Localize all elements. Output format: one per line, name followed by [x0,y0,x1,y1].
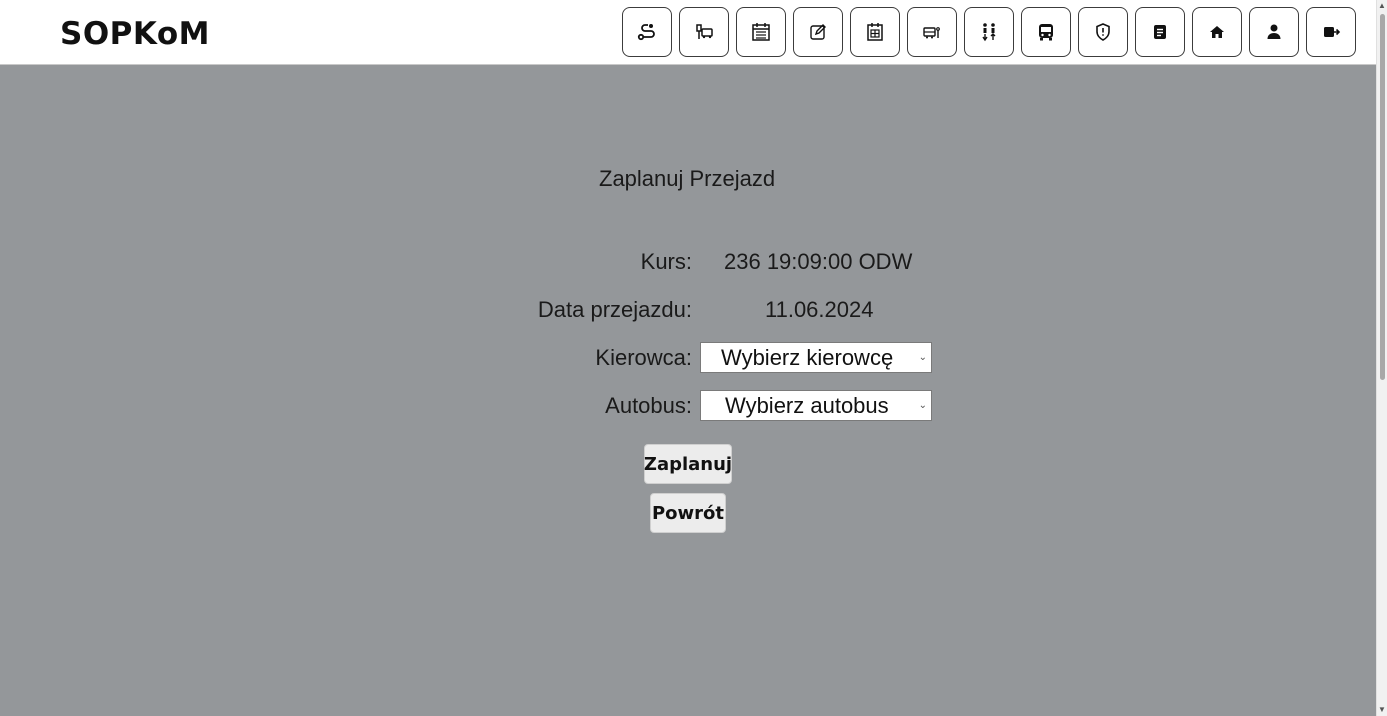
plan-button[interactable]: Zaplanuj [644,444,732,484]
driver-label: Kierowca: [595,345,692,370]
nav-timetable-button[interactable] [736,7,786,57]
schedule-icon [867,23,883,41]
vertical-scrollbar[interactable]: ▲ ▼ [1376,0,1387,716]
nav-bus-button[interactable] [1021,7,1071,57]
page-title-text: Zaplanuj Przejazd [599,166,776,191]
bus-stop-icon [696,24,713,39]
edit-icon [810,24,826,40]
nav-document-button[interactable] [1135,7,1185,57]
nav-logout-button[interactable] [1306,7,1356,57]
nav-route-button[interactable] [622,7,672,57]
bus-select[interactable]: Wybierz autobus ⌄ [700,390,932,421]
scroll-up-icon[interactable]: ▲ [1378,1,1386,10]
shield-icon [1096,23,1110,41]
driver-select-value: Wybierz kierowcę [721,344,894,370]
nav-passengers-button[interactable] [964,7,1014,57]
nav-user-button[interactable] [1249,7,1299,57]
bus-station-icon [923,27,940,39]
main-content: Zaplanuj Przejazd Kurs: 236 19:09:00 ODW… [0,66,1376,716]
bus-label: Autobus: [605,393,692,418]
nav-bus-stop-button[interactable] [679,7,729,57]
scroll-down-icon[interactable]: ▼ [1378,705,1386,714]
nav-shield-button[interactable] [1078,7,1128,57]
course-value: 236 19:09:00 ODW [724,249,913,274]
nav-bus-station-button[interactable] [907,7,957,57]
chevron-down-icon: ⌄ [918,352,927,363]
home-icon [1210,26,1224,38]
nav-toolbar [622,7,1356,57]
bus-select-value: Wybierz autobus [725,392,889,418]
back-button[interactable]: Powrót [650,493,726,533]
scrollbar-thumb[interactable] [1380,14,1385,380]
nav-home-button[interactable] [1192,7,1242,57]
date-value: 11.06.2024 [765,297,874,322]
course-label: Kurs: [640,249,692,274]
date-label: Data przejazdu: [537,297,692,322]
logout-icon [1324,27,1341,37]
nav-schedule-button[interactable] [850,7,900,57]
passengers-icon [982,23,996,42]
chevron-down-icon: ⌄ [918,400,927,411]
document-icon [1154,25,1166,39]
timetable-icon [752,23,770,41]
nav-edit-button[interactable] [793,7,843,57]
bus-icon [1039,24,1053,41]
driver-select[interactable]: Wybierz kierowcę ⌄ [700,342,932,373]
app-logo[interactable]: SOPKoM [60,16,210,52]
user-icon [1267,24,1281,39]
top-header: SOPKoM [0,0,1376,65]
route-icon [637,24,655,41]
